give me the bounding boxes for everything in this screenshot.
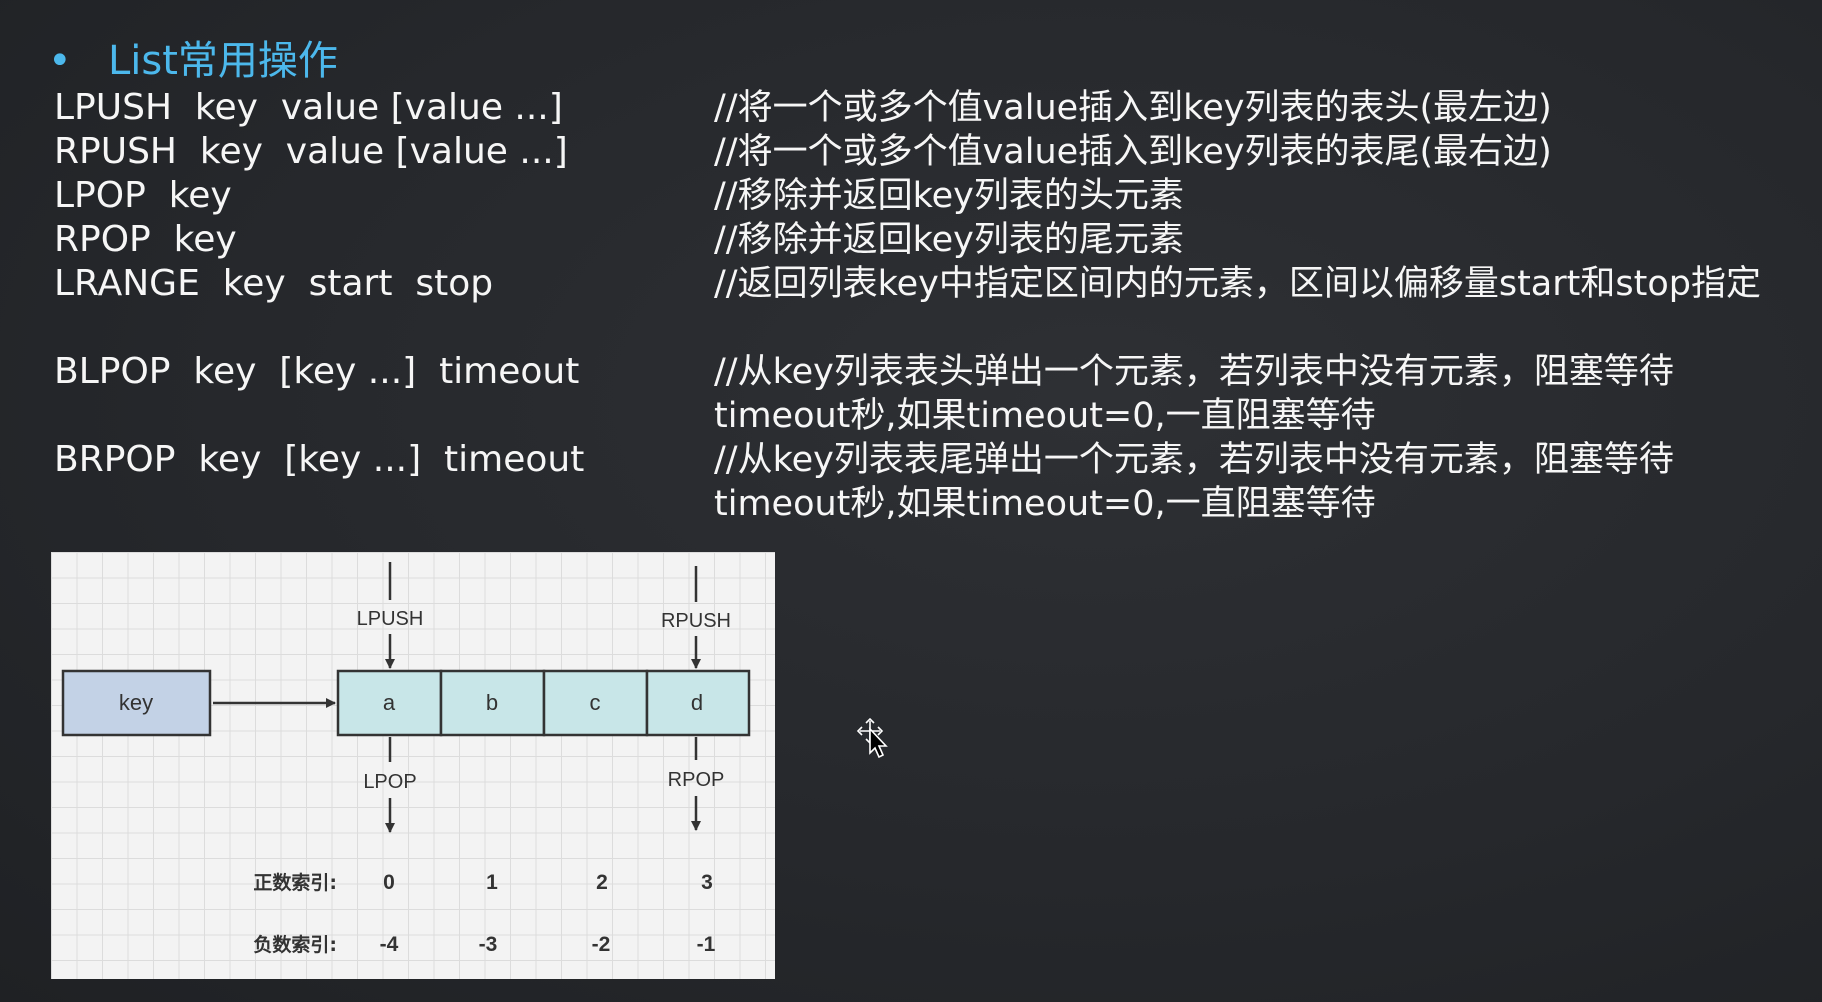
rpush-label: RPUSH bbox=[661, 610, 731, 632]
description-rpop: //移除并返回key列表的尾元素 bbox=[714, 220, 1184, 260]
key-box-label: key bbox=[119, 690, 153, 715]
command-rpop: RPOP key bbox=[54, 219, 237, 260]
bullet: • bbox=[48, 38, 72, 84]
list-cell-d-label: d bbox=[691, 690, 703, 715]
command-rpush: RPUSH key value [value ...] bbox=[54, 131, 568, 172]
positive-index-1: 1 bbox=[486, 871, 498, 894]
slide-heading: • List常用操作 bbox=[48, 28, 338, 86]
description-brpop-line2: timeout秒,如果timeout=0,一直阻塞等待 bbox=[714, 484, 1376, 524]
description-lrange: //返回列表key中指定区间内的元素，区间以偏移量start和stop指定 bbox=[714, 264, 1761, 304]
description-brpop-line1: //从key列表表尾弹出一个元素，若列表中没有元素，阻塞等待 bbox=[714, 440, 1674, 480]
description-blpop-line1: //从key列表表头弹出一个元素，若列表中没有元素，阻塞等待 bbox=[714, 352, 1674, 392]
command-lpop: LPOP key bbox=[54, 175, 232, 216]
lpush-label: LPUSH bbox=[357, 608, 424, 630]
description-blpop-line2: timeout秒,如果timeout=0,一直阻塞等待 bbox=[714, 396, 1376, 436]
negative-index-1: -3 bbox=[479, 933, 498, 956]
list-cell-b-label: b bbox=[486, 690, 498, 715]
negative-index-2: -2 bbox=[592, 933, 611, 956]
description-rpush: //将一个或多个值value插入到key列表的表尾(最右边) bbox=[714, 132, 1552, 172]
description-lpop: //移除并返回key列表的头元素 bbox=[714, 176, 1184, 216]
list-cell-c-label: c bbox=[590, 690, 601, 715]
description-lpush: //将一个或多个值value插入到key列表的表头(最左边) bbox=[714, 88, 1552, 128]
positive-index-2: 2 bbox=[596, 871, 608, 894]
lpop-label: LPOP bbox=[363, 771, 416, 793]
positive-index-3: 3 bbox=[701, 871, 713, 894]
command-blpop: BLPOP key [key ...] timeout bbox=[54, 351, 580, 392]
list-cell-a-label: a bbox=[383, 690, 396, 715]
list-diagram-svg: key a b c d LPUSH RPUSH LPOP RPOP 正数索引: … bbox=[61, 562, 751, 956]
negative-index-3: -1 bbox=[697, 933, 716, 956]
command-lrange: LRANGE key start stop bbox=[54, 263, 494, 304]
list-diagram: key a b c d LPUSH RPUSH LPOP RPOP 正数索引: … bbox=[51, 552, 775, 979]
slide: • List常用操作 LPUSH key value [value ...] RP… bbox=[0, 0, 1822, 1002]
rpop-label: RPOP bbox=[668, 769, 725, 791]
positive-index-0: 0 bbox=[383, 871, 395, 894]
negative-index-0: -4 bbox=[380, 933, 399, 956]
slide-title: List常用操作 bbox=[108, 38, 338, 84]
negative-index-label: 负数索引: bbox=[253, 933, 337, 956]
positive-index-label: 正数索引: bbox=[253, 871, 337, 894]
command-lpush: LPUSH key value [value ...] bbox=[54, 87, 563, 128]
command-brpop: BRPOP key [key ...] timeout bbox=[54, 439, 585, 480]
mouse-pointer-icon bbox=[856, 717, 892, 762]
